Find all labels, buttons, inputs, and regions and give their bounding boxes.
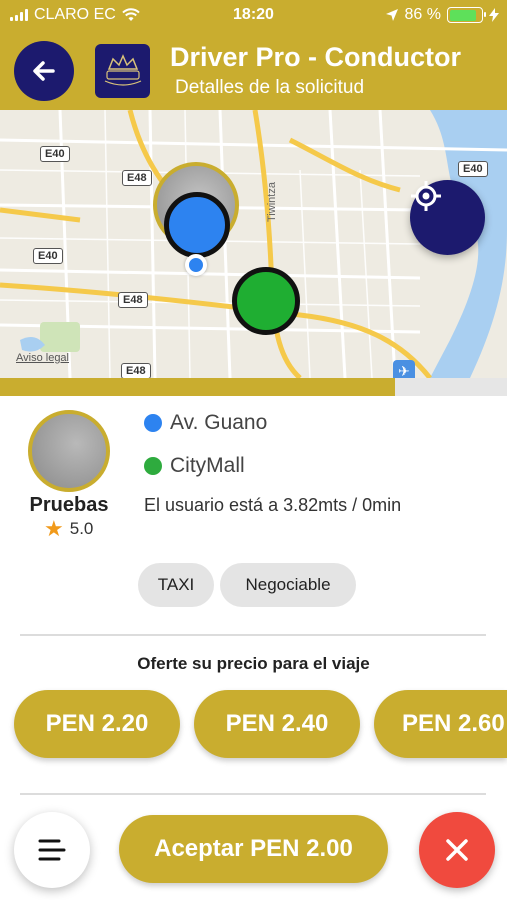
rating-value: 5.0 [69,519,94,538]
client-avatar [28,410,110,492]
cancel-button[interactable] [419,812,495,888]
charging-icon [489,8,499,22]
divider [20,634,486,636]
status-bar: CLARO EC 18:20 86 % [0,0,507,32]
client-rating: ★ 5.0 [44,518,93,540]
timer-progress-bar [0,378,507,396]
close-icon [446,839,468,861]
price-option-button[interactable]: PEN 2.40 [194,690,360,758]
star-icon: ★ [44,516,64,541]
timer-progress-fill [0,378,396,396]
location-arrow-icon [385,9,398,21]
offer-title: Oferte su precio para el viaje [137,654,370,673]
road-label: E40 [33,248,63,264]
menu-lines-icon [38,839,66,861]
accept-button[interactable]: Aceptar PEN 2.00 [119,815,388,883]
page-title: Driver Pro - Conductor [170,42,462,72]
status-right: 86 % [385,6,499,24]
road-label: E40 [458,161,488,177]
crosshair-icon [411,181,441,211]
road-label: E48 [121,363,151,378]
locate-button[interactable] [410,180,485,255]
legal-link[interactable]: Aviso legal [16,352,69,364]
divider [20,793,486,795]
pickup-row: Av. Guano [144,411,267,435]
app-header: Driver Pro - Conductor Detalles de la so… [0,32,507,110]
negotiable-chip: Negociable [220,563,356,607]
airport-icon: ✈ [393,360,415,378]
pickup-address: Av. Guano [170,411,268,434]
road-label: E48 [122,170,152,186]
menu-button[interactable] [14,812,90,888]
distance-text: El usuario está a 3.82mts / 0min [144,495,402,515]
destination-marker[interactable] [232,267,300,335]
client-name: Pruebas [29,494,109,516]
destination-dot-icon [144,457,162,475]
back-button[interactable] [14,41,74,101]
page-subtitle: Detalles de la solicitud [175,77,365,98]
battery-icon [447,7,486,23]
current-location-dot [185,254,207,276]
road-label: E48 [118,292,148,308]
route-map[interactable]: E40 E48 E40 E48 E48 E40 Tiwintza ✈ Aviso… [0,110,507,378]
destination-address: CityMall [170,454,245,477]
pickup-marker[interactable] [164,192,230,258]
destination-row: CityMall [144,454,245,478]
pickup-dot-icon [144,414,162,432]
app-logo [95,44,150,98]
battery-percent: 86 % [404,6,441,23]
street-label: Tiwintza [266,182,278,222]
price-option-button[interactable]: PEN 2.60 [374,690,507,758]
crown-logo-icon [104,54,141,86]
price-option-button[interactable]: PEN 2.20 [14,690,180,758]
arrow-left-icon [33,61,55,81]
road-label: E40 [40,146,70,162]
service-type-chip: TAXI [138,563,214,607]
